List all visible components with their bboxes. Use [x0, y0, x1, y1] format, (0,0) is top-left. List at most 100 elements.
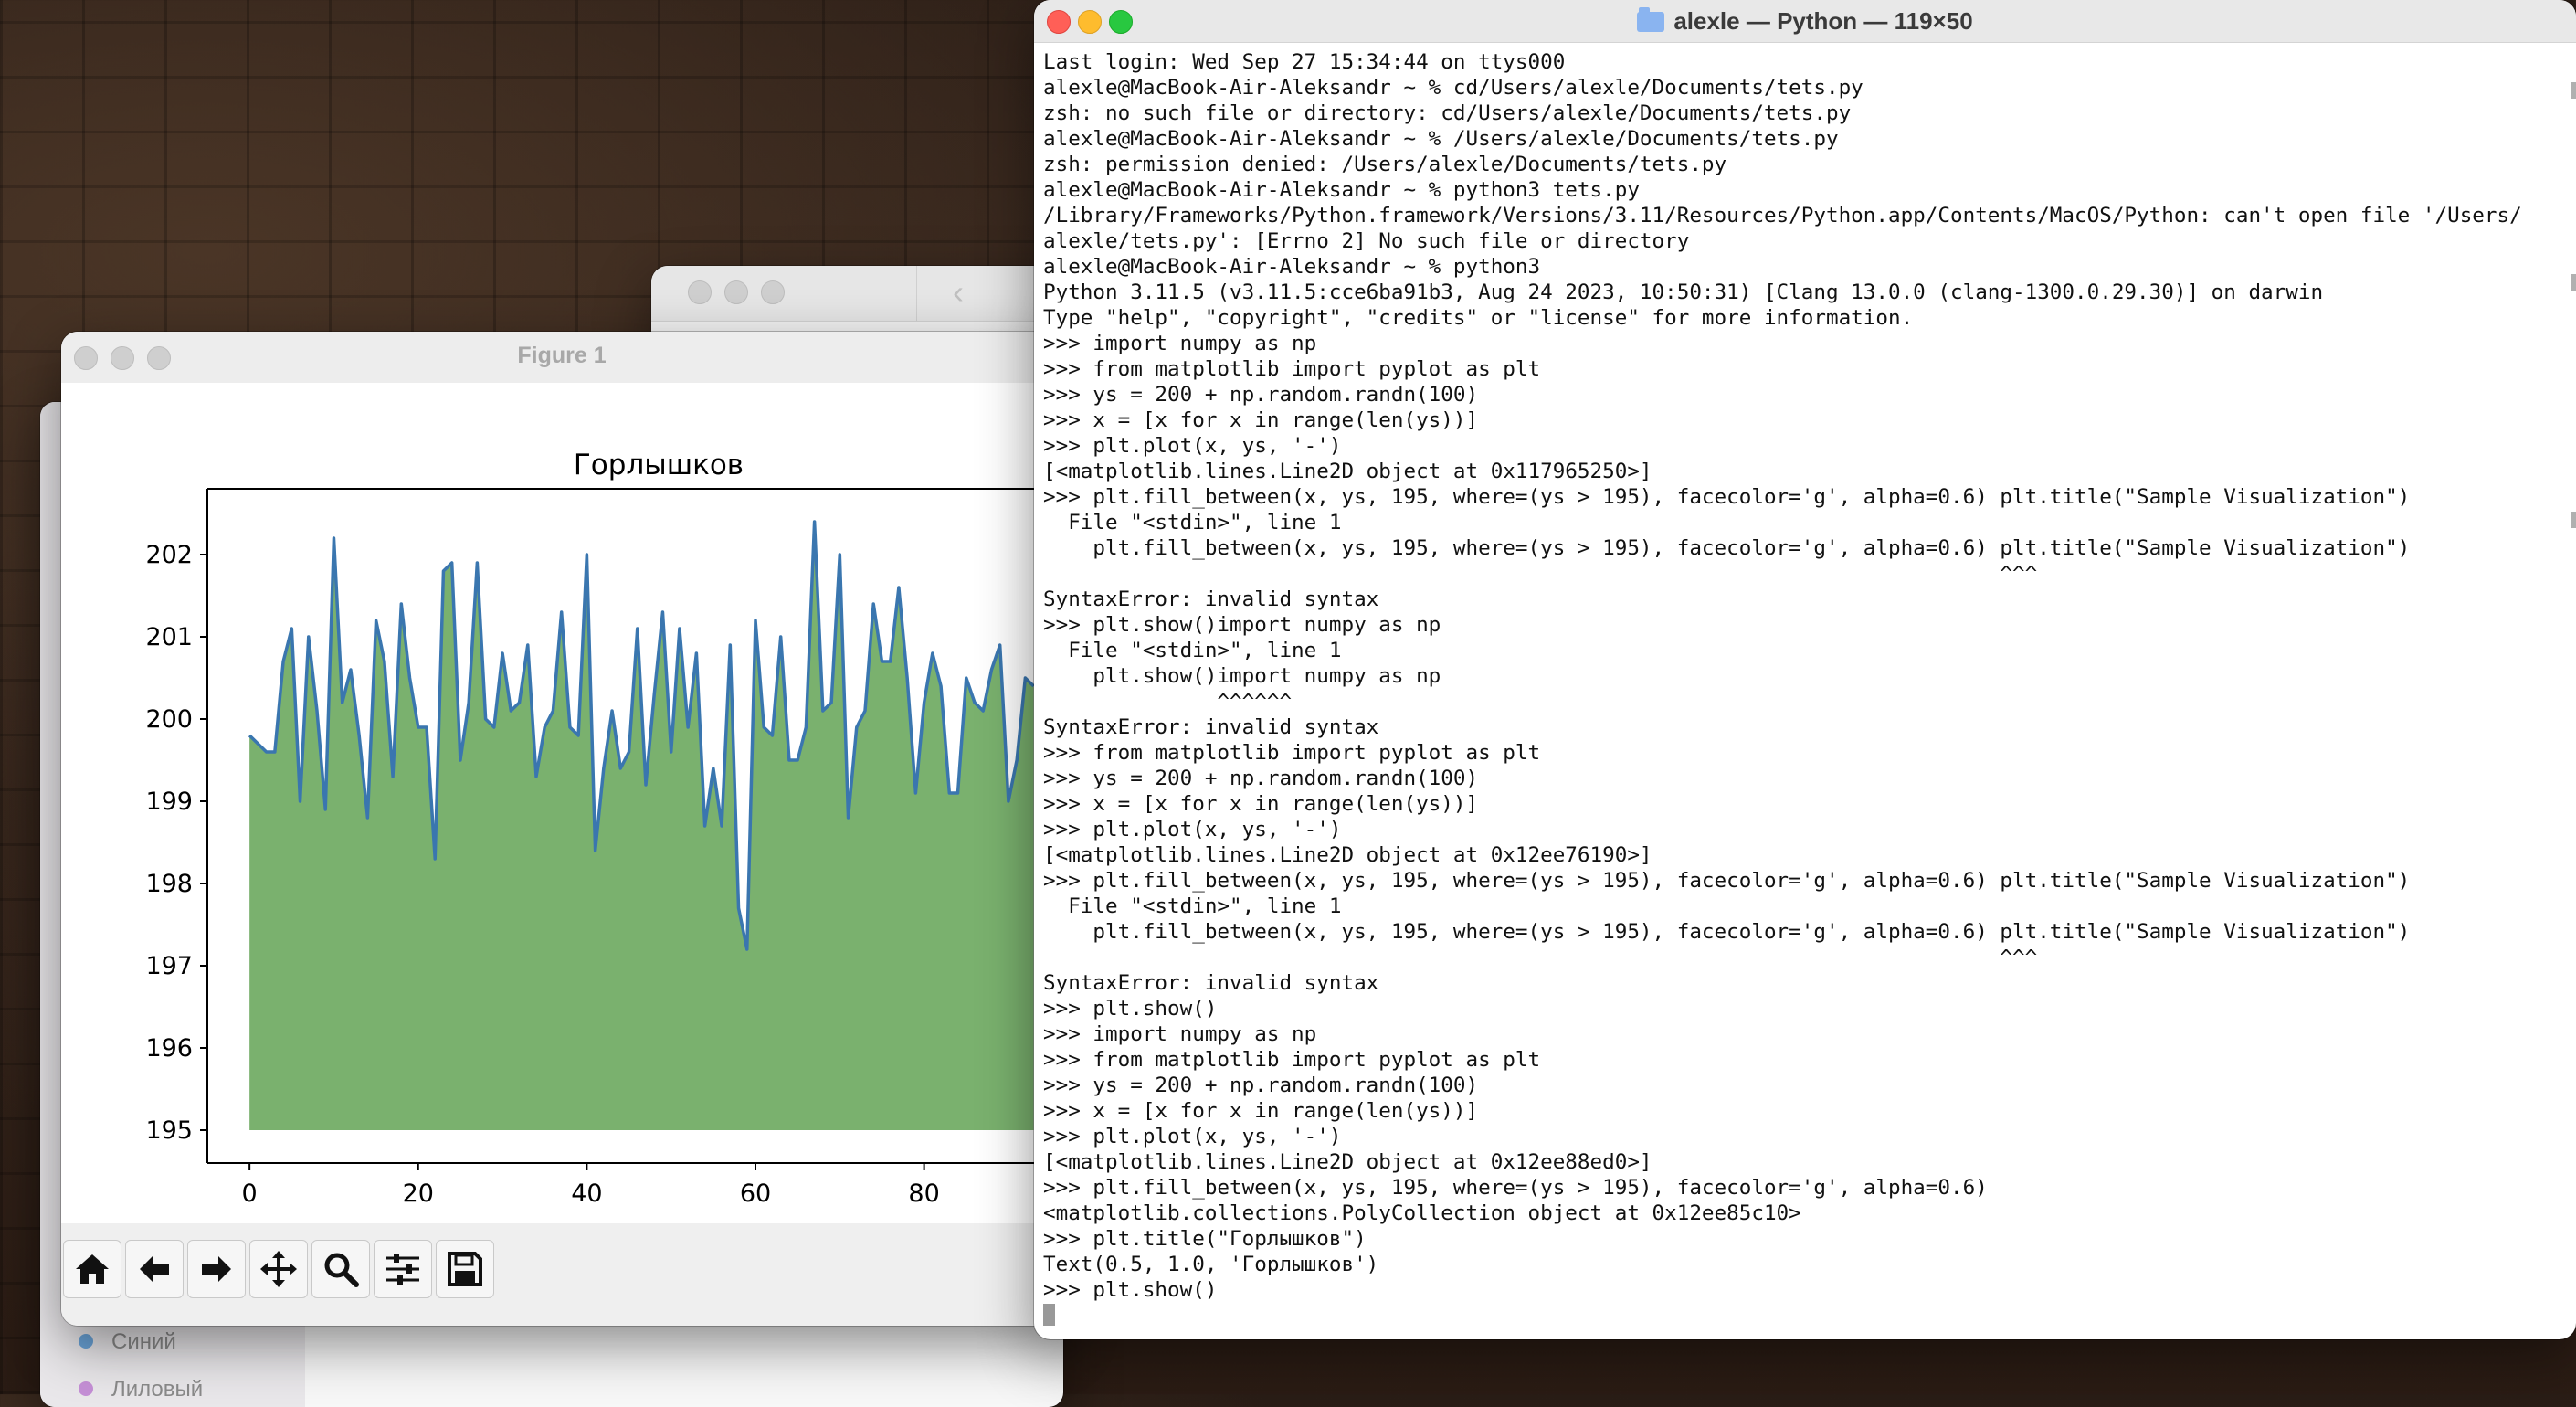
terminal-line: >>> plt.plot(x, ys, '-') [1043, 1124, 2549, 1149]
x-tick-label: 60 [740, 1180, 771, 1208]
terminal-line: >>> import numpy as np [1043, 331, 2549, 356]
home-button[interactable] [63, 1240, 121, 1298]
terminal-line: >>> plt.plot(x, ys, '-') [1043, 817, 2549, 842]
chart-title: Горлышков [574, 449, 744, 481]
terminal-line: >>> plt.show()import numpy as np [1043, 612, 2549, 638]
y-tick-label: 199 [145, 788, 193, 816]
pan-move-icon [259, 1249, 299, 1289]
terminal-window: alexle — Python — 119×50 Last login: Wed… [1034, 0, 2576, 1339]
sidebar-item-blue[interactable]: Синий [79, 1329, 176, 1355]
y-tick-label: 197 [145, 952, 193, 980]
x-tick-label: 40 [571, 1180, 602, 1208]
terminal-line: SyntaxError: invalid syntax [1043, 714, 2549, 740]
back-arrow-icon [134, 1249, 174, 1289]
terminal-line: SyntaxError: invalid syntax [1043, 970, 2549, 996]
pan-button[interactable] [249, 1240, 308, 1298]
terminal-line: >>> x = [x for x in range(len(ys))] [1043, 791, 2549, 817]
terminal-line: ^^^ [1043, 945, 2549, 970]
chart: 195196197198199200201202020406080Горлышк… [61, 383, 1062, 1223]
terminal-line: [<matplotlib.lines.Line2D object at 0x11… [1043, 459, 2549, 484]
terminal-line: >>> plt.show() [1043, 996, 2549, 1021]
terminal-line: [<matplotlib.lines.Line2D object at 0x12… [1043, 842, 2549, 868]
folder-icon [1637, 12, 1664, 32]
terminal-line: alexle@MacBook-Air-Aleksandr ~ % python3… [1043, 177, 2549, 203]
terminal-line: >>> plt.fill_between(x, ys, 195, where=(… [1043, 868, 2549, 894]
terminal-line: Last login: Wed Sep 27 15:34:44 on ttys0… [1043, 49, 2549, 75]
terminal-line: plt.fill_between(x, ys, 195, where=(ys >… [1043, 535, 2549, 561]
terminal-line: >>> import numpy as np [1043, 1021, 2549, 1047]
chevron-left-icon[interactable]: ‹ [953, 273, 964, 312]
y-tick-label: 200 [145, 705, 193, 734]
y-tick-label: 202 [145, 541, 193, 569]
figure-toolbar [61, 1223, 1062, 1326]
y-tick-label: 201 [145, 623, 193, 651]
x-tick-label: 20 [403, 1180, 434, 1208]
terminal-line: Type "help", "copyright", "credits" or "… [1043, 305, 2549, 331]
window-title: Figure 1 [61, 343, 1062, 369]
terminal-title: alexle — Python — 119×50 [1034, 7, 2576, 36]
terminal-line: alexle/tets.py': [Errno 2] No such file … [1043, 228, 2549, 254]
terminal-line: zsh: permission denied: /Users/alexle/Do… [1043, 152, 2549, 177]
terminal-line: ^^^^^^ [1043, 689, 2549, 714]
terminal-line: alexle@MacBook-Air-Aleksandr ~ % cd/User… [1043, 75, 2549, 100]
scroll-marker [2571, 82, 2576, 99]
terminal-line: alexle@MacBook-Air-Aleksandr ~ % /Users/… [1043, 126, 2549, 152]
x-tick-label: 0 [242, 1180, 258, 1208]
zoom-button[interactable] [311, 1240, 370, 1298]
scroll-marker [2571, 512, 2576, 528]
terminal-line: >>> plt.show() [1043, 1277, 2549, 1303]
toolbar-divider [916, 266, 917, 321]
terminal-line: >>> x = [x for x in range(len(ys))] [1043, 407, 2549, 433]
figure-canvas[interactable]: 195196197198199200201202020406080Горлышк… [61, 383, 1062, 1223]
forward-button[interactable] [187, 1240, 246, 1298]
figure-window: Figure 1 1951961971981992002012020204060… [61, 332, 1062, 1326]
terminal-line: File "<stdin>", line 1 [1043, 894, 2549, 919]
terminal-line: SyntaxError: invalid syntax [1043, 587, 2549, 612]
terminal-line: [<matplotlib.lines.Line2D object at 0x12… [1043, 1149, 2549, 1175]
y-tick-label: 198 [145, 870, 193, 898]
terminal-line: File "<stdin>", line 1 [1043, 638, 2549, 663]
terminal-line: >>> from matplotlib import pyplot as plt [1043, 1047, 2549, 1073]
forward-arrow-icon [196, 1249, 237, 1289]
terminal-line: >>> plt.plot(x, ys, '-') [1043, 433, 2549, 459]
home-icon [72, 1249, 112, 1289]
configure-subplots-button[interactable] [374, 1240, 432, 1298]
area-fill [249, 522, 1033, 1130]
terminal-line: /Library/Frameworks/Python.framework/Ver… [1043, 203, 2549, 228]
terminal-titlebar: alexle — Python — 119×50 [1034, 0, 2576, 43]
scroll-marker [2571, 274, 2576, 291]
terminal-line: plt.fill_between(x, ys, 195, where=(ys >… [1043, 919, 2549, 945]
terminal-line: <matplotlib.collections.PolyCollection o… [1043, 1201, 2549, 1226]
close-button[interactable] [688, 280, 712, 304]
terminal-line: zsh: no such file or directory: cd/Users… [1043, 100, 2549, 126]
terminal-line: ^^^ [1043, 561, 2549, 587]
blue-dot-icon [79, 1334, 93, 1349]
zoom-magnifier-icon [321, 1249, 361, 1289]
terminal-line: >>> plt.title("Горлышков") [1043, 1226, 2549, 1252]
configure-subplots-icon [383, 1249, 423, 1289]
terminal-line: File "<stdin>", line 1 [1043, 510, 2549, 535]
x-tick-label: 80 [908, 1180, 939, 1208]
terminal-line: >>> x = [x for x in range(len(ys))] [1043, 1098, 2549, 1124]
terminal-line: >>> ys = 200 + np.random.randn(100) [1043, 1073, 2549, 1098]
terminal-output[interactable]: Last login: Wed Sep 27 15:34:44 on ttys0… [1043, 49, 2549, 1330]
terminal-line: >>> from matplotlib import pyplot as plt [1043, 356, 2549, 382]
terminal-line: >>> plt.fill_between(x, ys, 195, where=(… [1043, 1175, 2549, 1201]
save-button[interactable] [436, 1240, 494, 1298]
terminal-line: >>> from matplotlib import pyplot as plt [1043, 740, 2549, 766]
cursor-line [1043, 1303, 2549, 1328]
back-button[interactable] [125, 1240, 184, 1298]
minimize-button[interactable] [724, 280, 748, 304]
text-cursor [1043, 1304, 1055, 1326]
sidebar-item-purple[interactable]: Лиловый [79, 1377, 203, 1402]
terminal-line: Text(0.5, 1.0, 'Горлышков') [1043, 1252, 2549, 1277]
zoom-button[interactable] [761, 280, 785, 304]
terminal-line: >>> ys = 200 + np.random.randn(100) [1043, 766, 2549, 791]
terminal-line: alexle@MacBook-Air-Aleksandr ~ % python3 [1043, 254, 2549, 280]
terminal-line: plt.show()import numpy as np [1043, 663, 2549, 689]
figure-titlebar: Figure 1 [61, 332, 1062, 384]
save-floppy-icon [445, 1249, 485, 1289]
y-tick-label: 195 [145, 1116, 193, 1145]
terminal-line: >>> ys = 200 + np.random.randn(100) [1043, 382, 2549, 407]
terminal-line: >>> plt.fill_between(x, ys, 195, where=(… [1043, 484, 2549, 510]
